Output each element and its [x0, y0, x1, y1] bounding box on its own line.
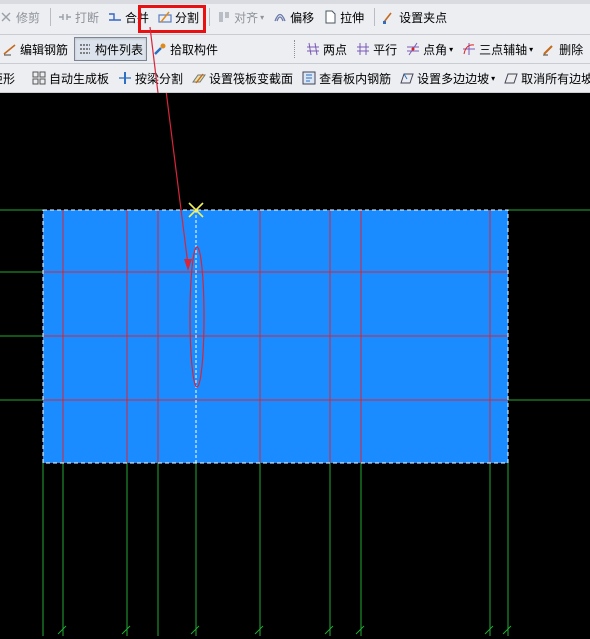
grip-icon — [383, 12, 392, 24]
three-point-axis-icon — [463, 43, 476, 55]
set-grip-button[interactable]: 设置夹点 — [379, 6, 450, 28]
offset-button[interactable]: 偏移 — [270, 6, 317, 28]
separator — [294, 40, 297, 58]
separator — [209, 8, 211, 26]
align-button[interactable]: 对齐 ▾ — [214, 6, 267, 28]
tick — [355, 625, 365, 635]
auto-slab-icon — [32, 71, 46, 85]
polygon-slope-icon — [400, 73, 414, 84]
delete-label: 删除 — [559, 42, 584, 57]
break-icon — [59, 14, 72, 20]
drawing-canvas[interactable] — [0, 26, 590, 636]
offset-icon — [274, 13, 286, 22]
edit-rebar-icon — [3, 44, 16, 56]
edit-rebar-label: 编辑钢筋 — [20, 42, 69, 57]
component-list-label: 构件列表 — [95, 42, 144, 57]
slab-toolbar: 矩形 自动生成板 按梁分割 设置筏板变截面 查看板内钢筋 设置多边边坡▾ 取消所… — [0, 64, 590, 93]
rect-label: 矩形 — [0, 71, 16, 86]
set-polygon-slope-label: 设置多边边坡 — [417, 71, 490, 86]
stretch-icon — [325, 10, 336, 24]
tick — [324, 625, 334, 635]
canvas-graphics — [0, 26, 590, 636]
set-polygon-slope-button[interactable]: 设置多边边坡 ▾ — [397, 67, 498, 89]
edit-rebar-button[interactable]: 编辑钢筋 — [0, 38, 71, 60]
component-list-button[interactable]: 构件列表 — [74, 37, 148, 61]
view-slab-rebar-button[interactable]: 查看板内钢筋 — [299, 67, 394, 89]
scissors-icon — [1, 12, 11, 22]
break-button[interactable]: 打断 — [55, 6, 102, 28]
view-rebar-icon — [302, 71, 316, 85]
trim-label: 修剪 — [16, 10, 41, 25]
pick-component-label: 拾取构件 — [170, 42, 219, 57]
tick — [254, 625, 264, 635]
cancel-all-slopes-label: 取消所有边坡 — [521, 71, 590, 86]
delete-button[interactable]: 删除 — [539, 38, 586, 60]
parallel-label: 平行 — [373, 42, 398, 57]
tick — [190, 625, 200, 635]
chevron-down-icon: ▾ — [449, 44, 454, 54]
merge-icon — [109, 13, 122, 21]
chevron-down-icon: ▾ — [529, 44, 534, 54]
tick — [121, 625, 131, 635]
point-angle-label: 点角 — [423, 42, 448, 57]
tick — [484, 625, 494, 635]
split-highlight-annotation — [138, 5, 206, 33]
tick — [502, 625, 512, 635]
pick-component-button[interactable]: 拾取构件 — [150, 38, 221, 60]
raft-section-icon — [192, 73, 207, 84]
delete-icon — [543, 45, 553, 56]
offset-label: 偏移 — [290, 10, 315, 25]
split-by-beam-label: 按梁分割 — [135, 71, 184, 86]
separator — [374, 8, 376, 26]
stretch-button[interactable]: 拉伸 — [320, 6, 367, 28]
view-slab-rebar-label: 查看板内钢筋 — [319, 71, 392, 86]
point-angle-button[interactable]: 点角 ▾ — [403, 38, 456, 60]
set-raft-section-button[interactable]: 设置筏板变截面 — [189, 67, 296, 89]
two-points-label: 两点 — [323, 42, 348, 57]
chevron-down-icon: ▾ — [491, 73, 496, 83]
split-beam-icon — [119, 72, 132, 84]
axis-lines-vertical — [42, 463, 509, 636]
list-icon — [80, 44, 91, 54]
separator — [50, 8, 52, 26]
align-label: 对齐 — [234, 10, 259, 25]
auto-generate-slab-label: 自动生成板 — [49, 71, 110, 86]
axis-end-ticks — [57, 625, 512, 635]
tick — [57, 625, 67, 635]
cancel-slope-icon — [504, 73, 518, 84]
parallel-button[interactable]: 平行 — [353, 38, 400, 60]
point-angle-icon — [407, 42, 420, 56]
three-point-axis-label: 三点辅轴 — [479, 42, 528, 57]
toolbar-top-strip — [0, 0, 590, 4]
break-label: 打断 — [75, 10, 100, 25]
cancel-all-slopes-button[interactable]: 取消所有边坡 — [501, 67, 590, 89]
stretch-label: 拉伸 — [340, 10, 365, 25]
edit-toolbar: 修剪 打断 合并 分割 对齐 ▾ 偏移 拉伸 设置夹点 — [0, 0, 590, 35]
pick-icon — [154, 43, 166, 55]
chevron-down-icon: ▾ — [260, 12, 265, 22]
parallel-icon — [357, 43, 370, 55]
set-raft-section-label: 设置筏板变截面 — [209, 71, 294, 86]
component-toolbar: 编辑钢筋 构件列表 拾取构件 两点 平行 点角 ▾ 三点辅轴 ▾ 删除 — [0, 35, 590, 64]
two-points-icon — [307, 42, 320, 56]
auto-generate-slab-button[interactable]: 自动生成板 — [29, 67, 112, 89]
split-by-beam-button[interactable]: 按梁分割 — [115, 67, 186, 89]
set-grip-label: 设置夹点 — [399, 10, 448, 25]
rect-button[interactable]: 矩形 — [0, 67, 18, 89]
three-point-axis-button[interactable]: 三点辅轴 ▾ — [459, 38, 536, 60]
align-icon — [219, 12, 230, 22]
trim-button[interactable]: 修剪 — [0, 6, 43, 28]
two-points-button[interactable]: 两点 — [303, 38, 350, 60]
